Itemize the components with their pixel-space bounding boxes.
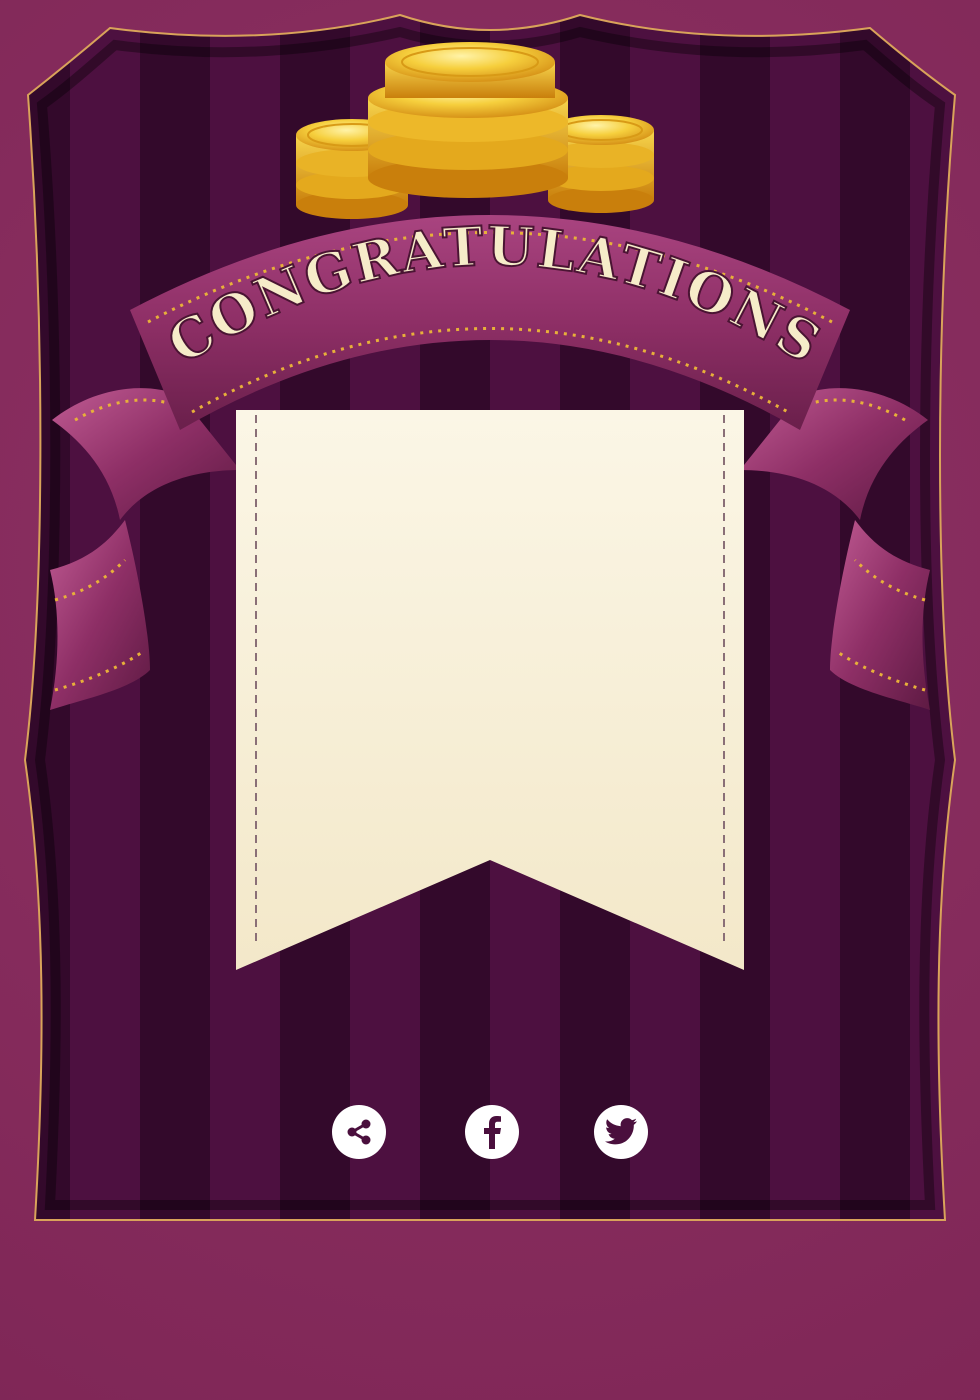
share-bar	[0, 1105, 980, 1161]
facebook-icon	[478, 1115, 506, 1149]
reward-scene: CONGRATULATIONS	[23, 13, 957, 1221]
twitter-button[interactable]	[594, 1105, 648, 1159]
twitter-icon	[604, 1117, 638, 1147]
share-icon	[344, 1117, 374, 1147]
share-button[interactable]	[332, 1105, 386, 1159]
facebook-button[interactable]	[465, 1105, 519, 1159]
coin-stack-center	[368, 42, 568, 198]
